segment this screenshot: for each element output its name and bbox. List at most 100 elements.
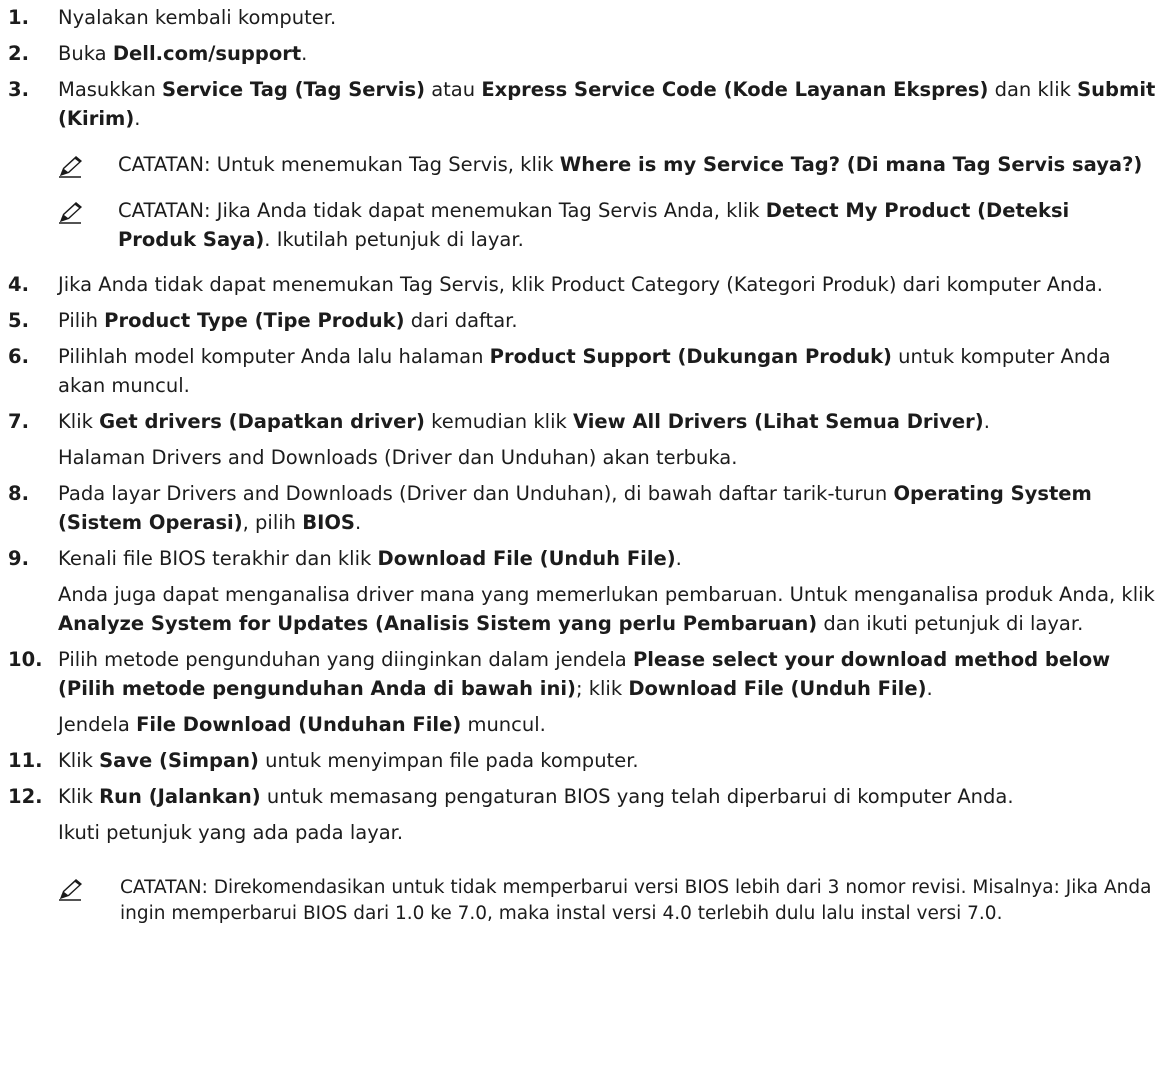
text: Pada layar Drivers and Downloads (Driver… bbox=[58, 482, 894, 505]
step-item: 5. Pilih Product Type (Tipe Produk) dari … bbox=[0, 306, 1163, 335]
step-item: 10. Pilih metode pengunduhan yang diingin… bbox=[0, 645, 1163, 739]
pencil-note-icon bbox=[59, 202, 82, 224]
text: Pilihlah model komputer Anda lalu halama… bbox=[58, 345, 490, 368]
step-item: 8. Pada layar Drivers and Downloads (Driv… bbox=[0, 479, 1163, 537]
text: Jika Anda tidak dapat menemukan Tag Serv… bbox=[58, 273, 1103, 296]
text: Klik bbox=[58, 785, 100, 808]
bold-text: Download File (Unduh File) bbox=[377, 547, 676, 570]
step-text: Pilihlah model komputer Anda lalu halama… bbox=[58, 342, 1163, 400]
text: Pilih metode pengunduhan yang diinginkan… bbox=[58, 648, 633, 671]
step-number: 5. bbox=[8, 309, 29, 332]
bold-text: Dell.com/support bbox=[112, 42, 302, 65]
bold-text: Save (Simpan) bbox=[99, 749, 259, 772]
step-item: 7. Klik Get drivers (Dapatkan driver) kem… bbox=[0, 407, 1163, 472]
text: dari daftar. bbox=[404, 309, 518, 332]
note-label: CATATAN: bbox=[120, 877, 208, 898]
text: . Ikutilah petunjuk di layar. bbox=[264, 228, 524, 251]
text: Kenali file BIOS terakhir dan klik bbox=[58, 547, 378, 570]
text: dan ikuti petunjuk di layar. bbox=[817, 612, 1084, 635]
step-number: 11. bbox=[8, 749, 43, 772]
text: Direkomendasikan untuk tidak memperbarui… bbox=[120, 877, 1152, 924]
step-item: 11. Klik Save (Simpan) untuk menyimpan fi… bbox=[0, 746, 1163, 775]
text: Jika Anda tidak dapat menemukan Tag Serv… bbox=[210, 199, 766, 222]
text: . bbox=[354, 511, 362, 534]
step-text: Klik Run (Jalankan) untuk memasang penga… bbox=[58, 782, 1163, 811]
text: . bbox=[301, 42, 308, 65]
step-number: 6. bbox=[8, 345, 29, 368]
bold-text: Service Tag (Tag Servis) bbox=[162, 78, 426, 101]
bold-text: Get drivers (Dapatkan driver) bbox=[99, 410, 425, 433]
step-result-text: Anda juga dapat menganalisa driver mana … bbox=[58, 580, 1163, 638]
document-page: 1. Nyalakan kembali komputer. 2. Buka Dell.… bbox=[0, 0, 1163, 926]
step-text: Klik Save (Simpan) untuk menyimpan file … bbox=[58, 746, 1163, 775]
text: Nyalakan kembali komputer. bbox=[58, 6, 337, 29]
text: . bbox=[134, 107, 141, 130]
text: Klik bbox=[58, 410, 100, 433]
step-text: Pilih Product Type (Tipe Produk) dari da… bbox=[58, 306, 1163, 335]
step-item: 3. Masukkan Service Tag (Tag Servis) atau… bbox=[0, 75, 1163, 133]
step-text: Jika Anda tidak dapat menemukan Tag Serv… bbox=[58, 270, 1163, 299]
bold-text: Run (Jalankan) bbox=[99, 785, 261, 808]
step-text: Nyalakan kembali komputer. bbox=[58, 3, 1163, 32]
text: Anda juga dapat menganalisa driver mana … bbox=[58, 583, 1155, 606]
step-item: 12. Klik Run (Jalankan) untuk memasang pe… bbox=[0, 782, 1163, 847]
text: , pilih bbox=[242, 511, 303, 534]
step-number: 10. bbox=[8, 648, 43, 671]
step-item: 1. Nyalakan kembali komputer. bbox=[0, 3, 1163, 32]
step-text: Pada layar Drivers and Downloads (Driver… bbox=[58, 479, 1163, 537]
text: Buka bbox=[58, 42, 113, 65]
bold-text: Analyze System for Updates (Analisis Sis… bbox=[58, 612, 818, 635]
text: . bbox=[675, 547, 682, 570]
step-text: Kenali file BIOS terakhir dan klik Downl… bbox=[58, 544, 1163, 573]
bold-text: Product Type (Tipe Produk) bbox=[104, 309, 405, 332]
bold-text: BIOS bbox=[302, 511, 355, 534]
bold-text: File Download (Unduhan File) bbox=[136, 713, 462, 736]
step-number: 4. bbox=[8, 273, 29, 296]
step-result-text: Ikuti petunjuk yang ada pada layar. bbox=[58, 818, 1163, 847]
note-label: CATATAN: bbox=[118, 199, 211, 222]
step-item: 9. Kenali file BIOS terakhir dan klik Dow… bbox=[0, 544, 1163, 638]
text: Ikuti petunjuk yang ada pada layar. bbox=[58, 821, 404, 844]
note-label: CATATAN: bbox=[118, 153, 211, 176]
text: Pilih bbox=[58, 309, 105, 332]
note-box: CATATAN: Jika Anda tidak dapat menemukan… bbox=[58, 196, 1153, 254]
text: Masukkan bbox=[58, 78, 163, 101]
text: untuk menyimpan file pada komputer. bbox=[258, 749, 639, 772]
step-text: Masukkan Service Tag (Tag Servis) atau E… bbox=[58, 75, 1163, 133]
bold-text: Product Support (Dukungan Produk) bbox=[489, 345, 892, 368]
step-item: 4. Jika Anda tidak dapat menemukan Tag Se… bbox=[0, 270, 1163, 299]
step-text: Pilih metode pengunduhan yang diinginkan… bbox=[58, 645, 1163, 703]
text: ; klik bbox=[575, 677, 629, 700]
step-item: 2. Buka Dell.com/support. bbox=[0, 39, 1163, 68]
bold-text: View All Drivers (Lihat Semua Driver) bbox=[572, 410, 984, 433]
pencil-note-icon bbox=[59, 156, 82, 178]
text: kemudian klik bbox=[424, 410, 573, 433]
step-result-text: Jendela File Download (Unduhan File) mun… bbox=[58, 710, 1163, 739]
text: Klik bbox=[58, 749, 100, 772]
text: untuk memasang pengaturan BIOS yang tela… bbox=[260, 785, 1014, 808]
step-number: 8. bbox=[8, 482, 29, 505]
bold-text: Express Service Code (Kode Layanan Ekspr… bbox=[481, 78, 989, 101]
step-item: 6. Pilihlah model komputer Anda lalu hala… bbox=[0, 342, 1163, 400]
note-box: CATATAN: Untuk menemukan Tag Servis, kli… bbox=[58, 150, 1153, 179]
bold-text: Where is my Service Tag? (Di mana Tag Se… bbox=[559, 153, 1143, 176]
step-text: Klik Get drivers (Dapatkan driver) kemud… bbox=[58, 407, 1163, 436]
text: muncul. bbox=[461, 713, 546, 736]
step-number: 2. bbox=[8, 42, 29, 65]
text: . bbox=[926, 677, 933, 700]
step-number: 9. bbox=[8, 547, 29, 570]
final-note: CATATAN: Direkomendasikan untuk tidak me… bbox=[58, 875, 1163, 926]
step-number: 1. bbox=[8, 6, 29, 29]
step-number: 12. bbox=[8, 785, 43, 808]
text: Halaman Drivers and Downloads (Driver da… bbox=[58, 446, 738, 469]
bios-update-steps: 1. Nyalakan kembali komputer. 2. Buka Dell.… bbox=[0, 3, 1163, 847]
text: . bbox=[983, 410, 990, 433]
step-result-text: Halaman Drivers and Downloads (Driver da… bbox=[58, 443, 1163, 472]
step-number: 7. bbox=[8, 410, 29, 433]
step-number: 3. bbox=[8, 78, 29, 101]
text: Untuk menemukan Tag Servis, klik bbox=[210, 153, 560, 176]
text: dan klik bbox=[988, 78, 1078, 101]
pencil-note-icon bbox=[59, 879, 82, 901]
text: Jendela bbox=[58, 713, 137, 736]
text: atau bbox=[425, 78, 482, 101]
